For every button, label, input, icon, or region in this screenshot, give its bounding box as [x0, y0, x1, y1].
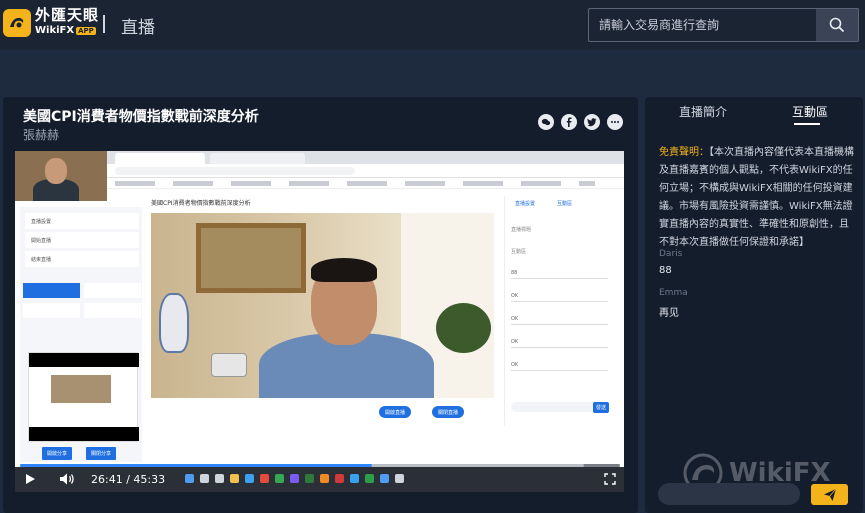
chat-message: 88 — [659, 265, 672, 276]
brand-name-cn: 外匯天眼 — [35, 6, 100, 24]
chat-message: 再见 — [659, 308, 679, 319]
screen-panel-value: 88 — [511, 270, 608, 279]
screen-sidebar-item: 結束直播 — [25, 251, 139, 267]
host-name: 張赫赫 — [23, 128, 60, 142]
disclaimer-label: 免責聲明： — [659, 147, 709, 158]
screen-panel-tab: 互動區 — [557, 201, 573, 207]
fullscreen-icon[interactable] — [604, 473, 616, 485]
disclaimer-text: 【本次直播內容僅代表本直播機構及直播嘉賓的個人觀點，不代表WikiFX的任何立場… — [659, 147, 854, 248]
screen-panel-send: 發送 — [593, 402, 610, 413]
screen-share-off-button: 關閉分享 — [86, 447, 117, 460]
screen-share-on-button: 開啟分享 — [42, 447, 73, 460]
screen-sidebar-button — [23, 283, 80, 298]
screen-panel-value: OK — [511, 316, 608, 325]
chat-input[interactable] — [658, 483, 800, 505]
search-box — [588, 8, 859, 42]
send-button[interactable] — [811, 484, 848, 505]
screen-stream-panel: 美國CPI消費者物價指數戰前深度分析 開啟直播 關閉直播 — [146, 196, 500, 426]
brand-en-text: WikiFX — [35, 25, 75, 36]
share-icons — [538, 114, 623, 130]
play-icon[interactable] — [23, 472, 37, 486]
presenter-video — [151, 213, 494, 398]
screen-chat-panel: 直播設置 互動區 直播標題 互動區 88 OK OK OK OK 發送 — [504, 196, 617, 426]
search-icon — [829, 17, 845, 33]
more-icon[interactable] — [607, 114, 623, 130]
screen-panel-value: OK — [511, 362, 608, 371]
header-divider — [103, 15, 105, 33]
screen-panel-tab: 直播設置 — [515, 201, 536, 207]
screen-start-live-button: 開啟直播 — [379, 406, 412, 418]
browser-tab — [115, 153, 205, 164]
facebook-icon[interactable] — [561, 114, 577, 130]
video-time: 26:41 / 45:33 — [91, 473, 166, 486]
webcam-overlay — [15, 151, 107, 201]
twitter-icon[interactable] — [584, 114, 600, 130]
chat-username: Daris — [659, 249, 683, 259]
tab-interaction[interactable]: 互動區 — [792, 103, 828, 120]
screen-stream-title: 美國CPI消費者物價指數戰前深度分析 — [151, 200, 251, 207]
screen-stop-live-button: 關閉直播 — [432, 406, 465, 418]
live-title: 美國CPI消費者物價指數戰前深度分析 — [23, 109, 259, 125]
screen-sidebar-button — [84, 303, 141, 318]
video-controls-bar: 26:41 / 45:33 — [15, 467, 624, 492]
brand-name-en: WikiFX APP — [35, 26, 99, 36]
screen-app-sidebar: 直播設置 開始直播 結束直播 開啟分享 關閉分享 — [20, 207, 142, 462]
browser-tab — [210, 153, 305, 164]
wikifx-logo-icon[interactable] — [3, 9, 31, 37]
screen-panel-value: OK — [511, 293, 608, 302]
brand-app-badge: APP — [76, 27, 96, 35]
volume-icon[interactable] — [59, 472, 75, 486]
screen-panel-label: 互動區 — [511, 249, 527, 255]
screen-stream-controls: 開啟直播 關閉直播 — [151, 401, 494, 421]
screen-taskbar — [185, 474, 404, 483]
top-navigation-bar: 外匯天眼 WikiFX APP 直播 — [0, 0, 865, 50]
page-title: 直播 — [121, 18, 155, 38]
screen-sidebar-item: 直播設置 — [25, 213, 139, 229]
video-player[interactable]: 直播設置 開始直播 結束直播 開啟分享 關閉分享 美國CPI消費者物價指數戰前深… — [15, 151, 624, 492]
active-tab-indicator — [794, 123, 820, 125]
tab-live-intro[interactable]: 直播簡介 — [679, 103, 727, 120]
wechat-icon[interactable] — [538, 114, 554, 130]
screen-panel-label: 直播標題 — [511, 227, 532, 233]
screen-sidebar-button — [23, 303, 80, 318]
search-input[interactable] — [589, 9, 817, 41]
chat-username: Emma — [659, 288, 688, 298]
screen-panel-value: OK — [511, 339, 608, 348]
screen-preview-thumbnail — [28, 352, 139, 442]
screen-sidebar-item: 開始直播 — [25, 232, 139, 248]
brand-name[interactable]: 外匯天眼 WikiFX APP — [35, 8, 99, 36]
send-icon — [823, 488, 836, 501]
interaction-panel: 直播簡介 互動區 免責聲明：【本次直播內容僅代表本直播機構及直播嘉賓的個人觀點，… — [645, 97, 863, 513]
disclaimer: 免責聲明：【本次直播內容僅代表本直播機構及直播嘉賓的個人觀點，不代表WikiFX… — [659, 144, 854, 252]
screen-sidebar-button — [84, 283, 141, 298]
search-button[interactable] — [816, 9, 858, 41]
